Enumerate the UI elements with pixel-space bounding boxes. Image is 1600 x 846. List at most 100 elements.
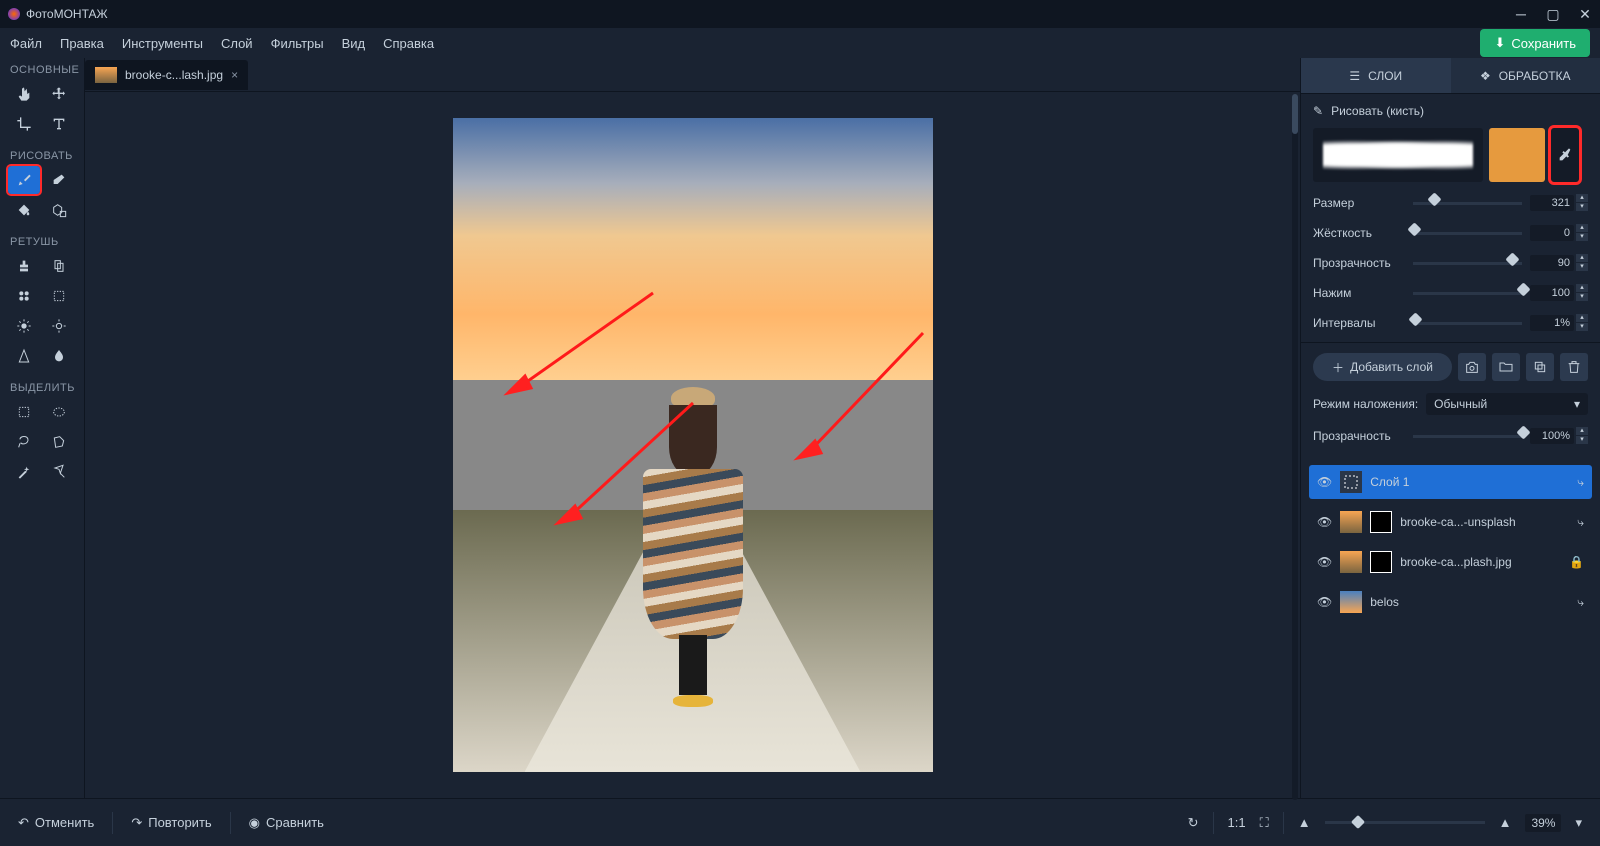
add-layer-button[interactable]: ＋ Добавить слой bbox=[1313, 353, 1452, 381]
fit-screen-button[interactable]: ⛶ bbox=[1260, 815, 1269, 831]
unlink-icon[interactable]: ⤷ bbox=[1577, 515, 1584, 530]
visibility-icon[interactable]: 👁 bbox=[1317, 555, 1332, 569]
spacing-stepper[interactable]: ▴▾ bbox=[1576, 314, 1588, 332]
layer-item[interactable]: 👁 belos ⤷ bbox=[1309, 585, 1592, 619]
close-button[interactable]: ✕ bbox=[1578, 7, 1592, 21]
hardness-value[interactable]: 0 bbox=[1530, 225, 1574, 241]
slider-flow[interactable]: Нажим 100 ▴▾ bbox=[1313, 284, 1588, 302]
section-draw: РИСОВАТЬ bbox=[0, 144, 84, 166]
brush-preview[interactable] bbox=[1313, 128, 1483, 182]
menu-file[interactable]: Файл bbox=[10, 36, 42, 51]
hand-tool[interactable] bbox=[8, 80, 40, 108]
blur-tool[interactable] bbox=[43, 342, 75, 370]
document-tab[interactable]: brooke-c...lash.jpg × bbox=[85, 60, 248, 90]
folder-button[interactable] bbox=[1492, 353, 1520, 381]
brush-tool[interactable] bbox=[8, 166, 40, 194]
lasso-tool[interactable] bbox=[8, 428, 40, 456]
duplicate-button[interactable] bbox=[1526, 353, 1554, 381]
zoom-out-icon[interactable]: ▲ bbox=[1298, 815, 1311, 830]
flow-value[interactable]: 100 bbox=[1530, 285, 1574, 301]
unlink-icon[interactable]: ⤷ bbox=[1577, 595, 1584, 610]
quick-select-tool[interactable] bbox=[43, 458, 75, 486]
layer-opacity-stepper[interactable]: ▴▾ bbox=[1576, 427, 1588, 445]
layer-item[interactable]: 👁 Слой 1 ⤷ bbox=[1309, 465, 1592, 499]
zoom-value[interactable]: 39% bbox=[1525, 814, 1561, 832]
patch-tool[interactable] bbox=[43, 282, 75, 310]
zoom-dropdown-icon[interactable]: ▾ bbox=[1575, 815, 1582, 831]
menu-tools[interactable]: Инструменты bbox=[122, 36, 203, 51]
flow-stepper[interactable]: ▴▾ bbox=[1576, 284, 1588, 302]
redo-button[interactable]: ↷ Повторить bbox=[131, 815, 211, 831]
menubar: Файл Правка Инструменты Слой Фильтры Вид… bbox=[0, 28, 1600, 58]
magic-wand-tool[interactable] bbox=[8, 458, 40, 486]
dodge-tool[interactable] bbox=[8, 312, 40, 340]
lock-icon[interactable]: 🔒 bbox=[1569, 555, 1584, 569]
zoom-ratio[interactable]: 1:1 bbox=[1228, 815, 1246, 830]
layer-thumbnail bbox=[1340, 551, 1362, 573]
delete-layer-button[interactable] bbox=[1560, 353, 1588, 381]
canvas-scrollbar[interactable] bbox=[1290, 92, 1300, 798]
poly-lasso-tool[interactable] bbox=[43, 428, 75, 456]
compare-label: Сравнить bbox=[266, 815, 324, 830]
visibility-icon[interactable]: 👁 bbox=[1317, 515, 1332, 529]
maximize-button[interactable]: ▢ bbox=[1546, 7, 1560, 21]
tab-processing[interactable]: ❖ ОБРАБОТКА bbox=[1451, 58, 1600, 93]
right-panel: ☰ СЛОИ ❖ ОБРАБОТКА ✎ Рисовать (кисть) bbox=[1300, 58, 1600, 798]
text-tool[interactable] bbox=[43, 110, 75, 138]
sharpen-tool[interactable] bbox=[8, 342, 40, 370]
brush-color-swatch[interactable] bbox=[1489, 128, 1545, 182]
menu-edit[interactable]: Правка bbox=[60, 36, 104, 51]
folder-icon bbox=[1498, 359, 1514, 375]
camera-icon bbox=[1464, 359, 1480, 375]
visibility-icon[interactable]: 👁 bbox=[1317, 595, 1332, 609]
menu-view[interactable]: Вид bbox=[342, 36, 366, 51]
slider-size[interactable]: Размер 321 ▴▾ bbox=[1313, 194, 1588, 212]
slider-hardness[interactable]: Жёсткость 0 ▴▾ bbox=[1313, 224, 1588, 242]
compare-button[interactable]: ◉ Сравнить bbox=[249, 815, 324, 831]
rotate-button[interactable]: ↻ bbox=[1188, 815, 1199, 831]
eraser-tool[interactable] bbox=[43, 166, 75, 194]
stamp-tool[interactable] bbox=[8, 252, 40, 280]
undo-button[interactable]: ↶ Отменить bbox=[18, 815, 94, 831]
section-retouch: РЕТУШЬ bbox=[0, 230, 84, 252]
menu-help[interactable]: Справка bbox=[383, 36, 434, 51]
opacity-value[interactable]: 90 bbox=[1530, 255, 1574, 271]
canvas-area[interactable] bbox=[85, 92, 1300, 798]
tab-layers[interactable]: ☰ СЛОИ bbox=[1301, 58, 1451, 93]
save-button[interactable]: ⬇ Сохранить bbox=[1480, 29, 1590, 57]
image-surface[interactable] bbox=[453, 118, 933, 772]
zoom-slider[interactable] bbox=[1325, 821, 1485, 824]
menu-layer[interactable]: Слой bbox=[221, 36, 253, 51]
ellipse-select-tool[interactable] bbox=[43, 398, 75, 426]
unlink-icon[interactable]: ⤷ bbox=[1577, 475, 1584, 490]
camera-button[interactable] bbox=[1458, 353, 1486, 381]
layer-opacity-slider[interactable]: Прозрачность 100% ▴▾ bbox=[1313, 427, 1588, 445]
tab-filename: brooke-c...lash.jpg bbox=[125, 68, 223, 82]
slider-opacity[interactable]: Прозрачность 90 ▴▾ bbox=[1313, 254, 1588, 272]
size-stepper[interactable]: ▴▾ bbox=[1576, 194, 1588, 212]
rect-select-tool[interactable] bbox=[8, 398, 40, 426]
hardness-stepper[interactable]: ▴▾ bbox=[1576, 224, 1588, 242]
zoom-in-icon[interactable]: ▲ bbox=[1499, 815, 1512, 830]
minimize-button[interactable]: ─ bbox=[1514, 7, 1528, 21]
layer-item[interactable]: 👁 brooke-ca...plash.jpg 🔒 bbox=[1309, 545, 1592, 579]
crop-tool[interactable] bbox=[8, 110, 40, 138]
visibility-icon[interactable]: 👁 bbox=[1317, 475, 1332, 489]
spacing-value[interactable]: 1% bbox=[1530, 315, 1574, 331]
tab-close-icon[interactable]: × bbox=[231, 68, 238, 82]
layer-name: Слой 1 bbox=[1370, 475, 1569, 489]
eyedropper-button[interactable] bbox=[1551, 128, 1579, 182]
clone-tool[interactable] bbox=[43, 252, 75, 280]
size-value[interactable]: 321 bbox=[1530, 195, 1574, 211]
heal-tool[interactable] bbox=[8, 282, 40, 310]
fill-tool[interactable] bbox=[8, 196, 40, 224]
layer-item[interactable]: 👁 brooke-ca...-unsplash ⤷ bbox=[1309, 505, 1592, 539]
move-tool[interactable] bbox=[43, 80, 75, 108]
blend-mode-select[interactable]: Обычный ▾ bbox=[1426, 393, 1588, 415]
layer-opacity-value[interactable]: 100% bbox=[1530, 428, 1574, 444]
shape-tool[interactable] bbox=[43, 196, 75, 224]
burn-tool[interactable] bbox=[43, 312, 75, 340]
slider-spacing[interactable]: Интервалы 1% ▴▾ bbox=[1313, 314, 1588, 332]
menu-filters[interactable]: Фильтры bbox=[271, 36, 324, 51]
opacity-stepper[interactable]: ▴▾ bbox=[1576, 254, 1588, 272]
